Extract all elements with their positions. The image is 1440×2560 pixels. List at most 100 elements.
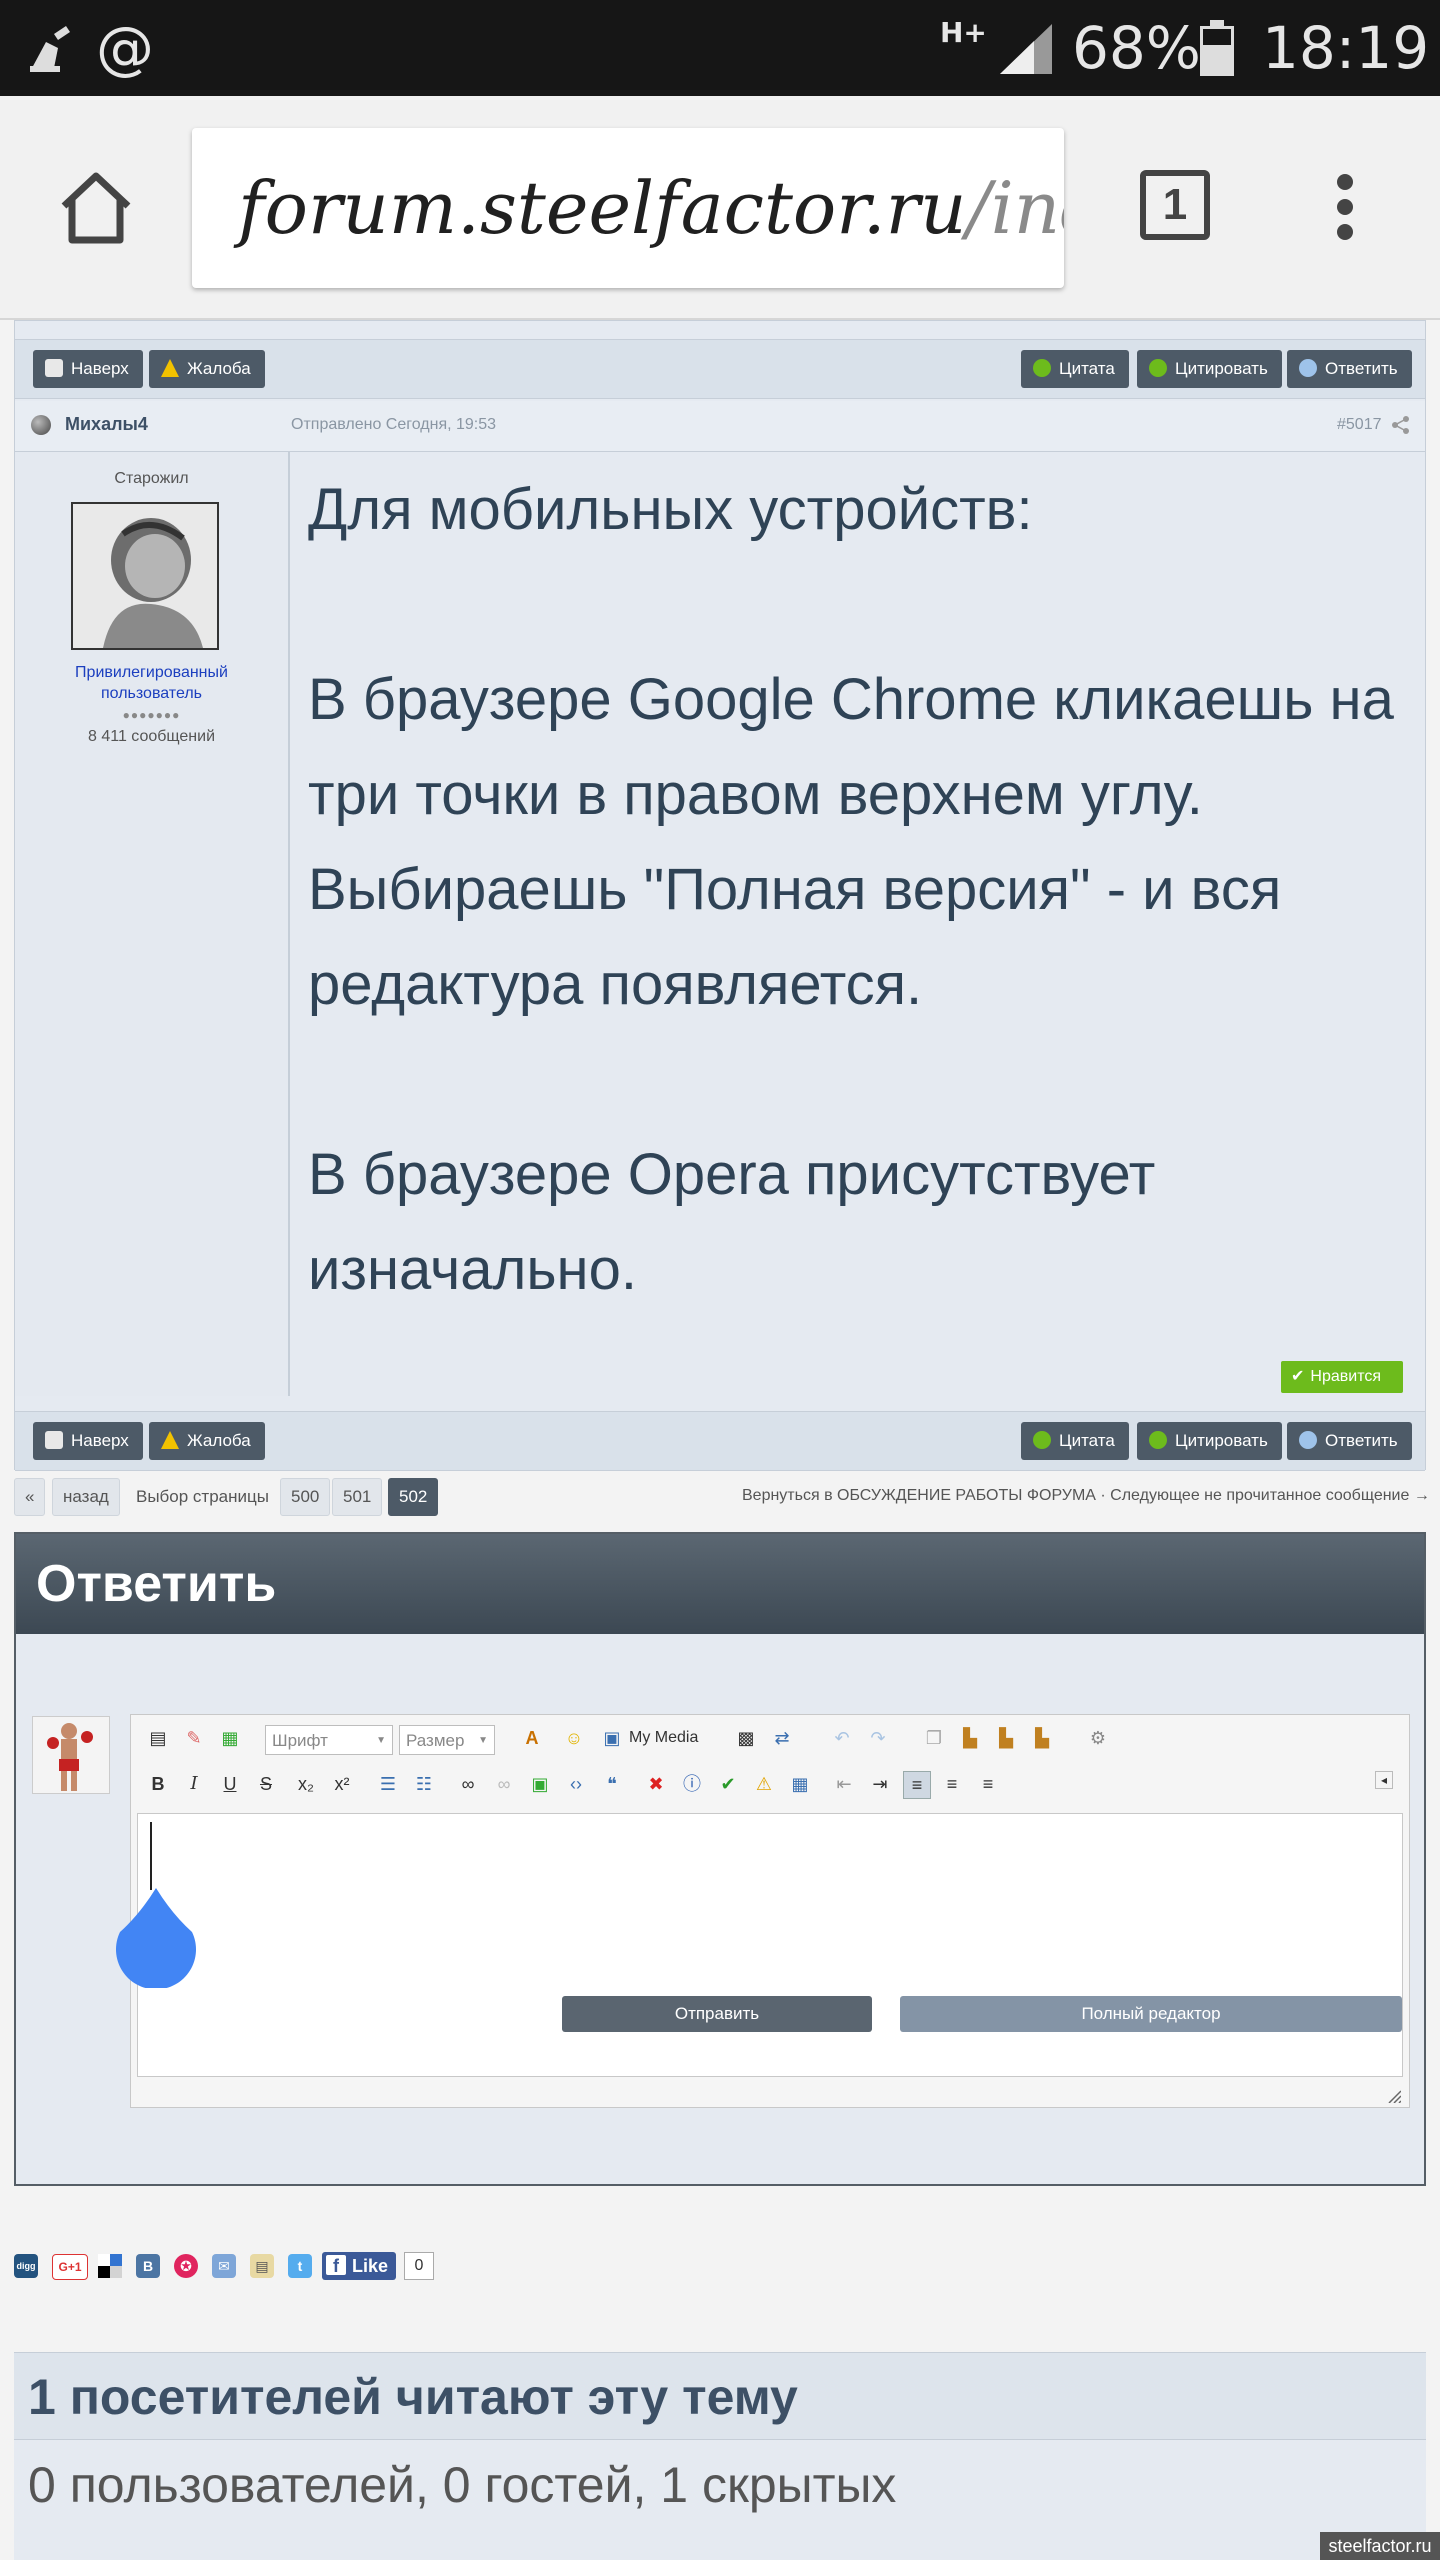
google-plus-icon[interactable]: G+1 <box>52 2254 88 2280</box>
bold-icon[interactable]: B <box>145 1771 171 1797</box>
my-media-label[interactable]: My Media <box>629 1729 698 1747</box>
align-left-icon[interactable]: ≡ <box>903 1771 931 1799</box>
strikethrough-icon[interactable]: S <box>253 1771 279 1797</box>
delicious-icon[interactable] <box>98 2254 122 2278</box>
font-select[interactable]: Шрифт ▼ <box>265 1725 393 1755</box>
sculpture-avatar-image <box>73 504 217 648</box>
underline-icon[interactable]: U <box>217 1771 243 1797</box>
redo-icon[interactable]: ↷ <box>865 1725 891 1751</box>
post-number[interactable]: #5017 <box>1337 416 1382 434</box>
chevron-down-icon: ▼ <box>478 1735 488 1746</box>
author-name[interactable]: Михалы4 <box>65 414 148 435</box>
copy-icon[interactable]: ❐ <box>921 1725 947 1751</box>
multiquote-button[interactable]: Цитировать <box>1137 1422 1282 1460</box>
text-color-icon[interactable]: A <box>519 1725 545 1751</box>
url-domain: forum.steelfactor.ru <box>238 166 967 250</box>
to-top-button[interactable]: Наверх <box>33 1422 143 1460</box>
source-icon[interactable]: ▤ <box>145 1725 171 1751</box>
first-page-link[interactable]: « <box>14 1478 46 1516</box>
multiquote-icon <box>1149 1431 1167 1449</box>
warning-icon[interactable]: ⚠ <box>751 1771 777 1797</box>
numbered-list-icon[interactable]: ☷ <box>411 1771 437 1797</box>
my-media-icon[interactable]: ▣ <box>599 1725 625 1751</box>
image-icon[interactable]: ▣ <box>527 1771 553 1797</box>
clock: 18:19 <box>1262 14 1430 82</box>
settings-icon[interactable]: ⚙ <box>1085 1725 1111 1751</box>
spoiler-icon[interactable]: ▩ <box>733 1725 759 1751</box>
to-top-button[interactable]: Наверх <box>33 350 143 388</box>
reply-button[interactable]: Ответить <box>1287 350 1412 388</box>
submit-button[interactable]: Отправить <box>562 1996 872 2032</box>
outdent-icon[interactable]: ⇤ <box>831 1771 857 1797</box>
page-jump-label[interactable]: Выбор страницы <box>136 1487 269 1507</box>
facebook-icon: f <box>326 2255 346 2276</box>
full-editor-button[interactable]: Полный редактор <box>900 1996 1402 2032</box>
superscript-icon[interactable]: x² <box>329 1771 355 1797</box>
url-path: /ind <box>966 166 1064 250</box>
report-button[interactable]: Жалоба <box>149 350 265 388</box>
menu-dots-icon[interactable] <box>1330 172 1360 242</box>
twitter-icon[interactable]: t <box>288 2254 312 2278</box>
table-icon[interactable]: ▦ <box>787 1771 813 1797</box>
bullet-list-icon[interactable]: ☰ <box>375 1771 401 1797</box>
browser-toolbar: forum.steelfactor.ru/ind 1 <box>0 96 1440 320</box>
collapse-toolbar-icon[interactable]: ◂ <box>1375 1771 1393 1789</box>
reply-button[interactable]: Ответить <box>1287 1422 1412 1460</box>
multiquote-icon <box>1149 359 1167 377</box>
indent-icon[interactable]: ⇥ <box>867 1771 893 1797</box>
italic-icon[interactable]: I <box>181 1771 207 1797</box>
cursor-handle-icon[interactable] <box>114 1888 198 1988</box>
multiquote-button[interactable]: Цитировать <box>1137 350 1282 388</box>
quote-button[interactable]: Цитата <box>1021 350 1129 388</box>
page-link-500[interactable]: 500 <box>280 1478 331 1516</box>
star-icon[interactable]: ✪ <box>174 2254 198 2278</box>
post-date: Отправлено Сегодня, 19:53 <box>291 416 497 433</box>
page-link-502-current[interactable]: 502 <box>388 1478 439 1516</box>
reply-icon <box>1299 359 1317 377</box>
share-icon[interactable] <box>1391 415 1411 435</box>
author-avatar[interactable] <box>71 502 219 650</box>
home-icon[interactable] <box>56 168 136 248</box>
active-users-header: 1 посетителей читают эту тему <box>14 2353 1426 2440</box>
post-paragraph: В браузере Opera присутствует изначально… <box>308 1142 1156 1302</box>
print-icon[interactable]: ▤ <box>250 2254 274 2278</box>
url-bar[interactable]: forum.steelfactor.ru/ind <box>192 128 1064 288</box>
facebook-like-button[interactable]: f Like <box>322 2252 397 2280</box>
like-button[interactable]: ✔ Нравится <box>1281 1361 1403 1393</box>
page-link-501[interactable]: 501 <box>332 1478 383 1516</box>
topic-nav-links[interactable]: Вернуться в ОБСУЖДЕНИЕ РАБОТЫ ФОРУМА · С… <box>742 1487 1430 1505</box>
prev-page-link[interactable]: назад <box>52 1478 120 1516</box>
code-icon[interactable]: ‹› <box>563 1771 589 1797</box>
align-center-icon[interactable]: ≡ <box>939 1771 965 1797</box>
info-icon[interactable]: ⓘ <box>679 1771 705 1797</box>
quote-button[interactable]: Цитата <box>1021 1422 1129 1460</box>
size-select[interactable]: Размер ▼ <box>399 1725 495 1755</box>
paste-plain-icon[interactable]: ▙ <box>993 1725 1019 1751</box>
reply-textarea[interactable] <box>116 1813 1403 2077</box>
paste-text-icon[interactable]: ▦ <box>217 1725 243 1751</box>
undo-icon[interactable]: ↶ <box>829 1725 855 1751</box>
unlink-icon[interactable]: ∞ <box>491 1771 517 1797</box>
active-users-block: 1 посетителей читают эту тему 0 пользова… <box>14 2352 1426 2560</box>
vk-icon[interactable]: B <box>136 2254 160 2278</box>
chevron-down-icon: ▼ <box>376 1735 386 1746</box>
remove-format-icon[interactable]: ✖ <box>643 1771 669 1797</box>
page-icon <box>45 1431 63 1449</box>
battery-percent: 68% <box>1072 14 1201 82</box>
digg-icon[interactable]: digg <box>14 2254 38 2278</box>
smiley-icon[interactable]: ☺ <box>561 1725 587 1751</box>
email-icon[interactable]: ✉ <box>212 2254 236 2278</box>
check-icon[interactable]: ✔ <box>715 1771 741 1797</box>
quote-icon[interactable]: ❝ <box>599 1771 625 1797</box>
link-icon[interactable]: ∞ <box>455 1771 481 1797</box>
autolink-icon[interactable]: ⇄ <box>769 1725 795 1751</box>
tab-switcher-button[interactable]: 1 <box>1140 170 1210 240</box>
report-button[interactable]: Жалоба <box>149 1422 265 1460</box>
eraser-icon[interactable]: ✎ <box>181 1725 207 1751</box>
paste-icon[interactable]: ▙ <box>957 1725 983 1751</box>
align-right-icon[interactable]: ≡ <box>975 1771 1001 1797</box>
resize-grip-icon[interactable] <box>1387 2089 1402 2104</box>
signal-icon <box>1000 24 1052 74</box>
subscript-icon[interactable]: x₂ <box>293 1771 319 1797</box>
paste-word-icon[interactable]: ▙ <box>1029 1725 1055 1751</box>
